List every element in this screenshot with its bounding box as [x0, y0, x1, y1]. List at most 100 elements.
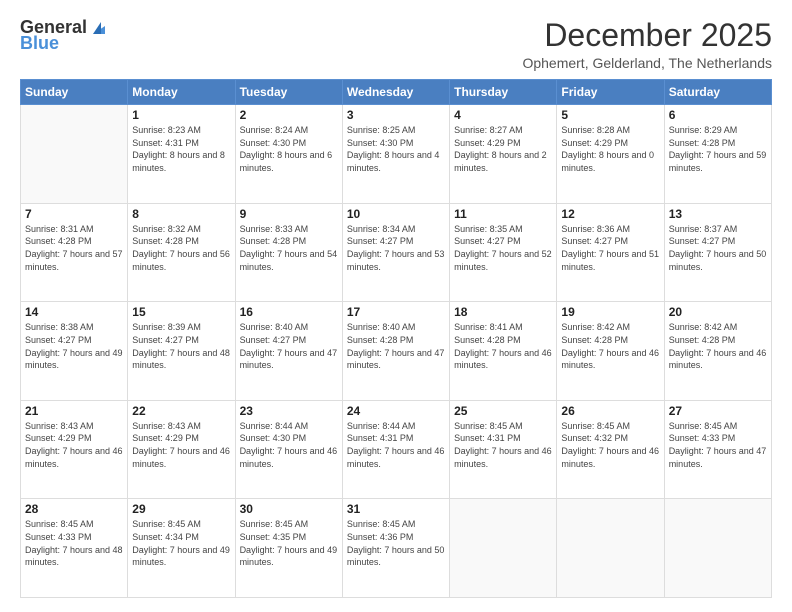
day-number: 21 [25, 404, 123, 418]
table-row: 2 Sunrise: 8:24 AMSunset: 4:30 PMDaylight… [235, 105, 342, 204]
table-row: 24 Sunrise: 8:44 AMSunset: 4:31 PMDayligh… [342, 400, 449, 499]
table-row: 5 Sunrise: 8:28 AMSunset: 4:29 PMDaylight… [557, 105, 664, 204]
day-info: Sunrise: 8:44 AMSunset: 4:31 PMDaylight:… [347, 420, 445, 470]
table-row: 23 Sunrise: 8:44 AMSunset: 4:30 PMDayligh… [235, 400, 342, 499]
day-info: Sunrise: 8:38 AMSunset: 4:27 PMDaylight:… [25, 321, 123, 371]
table-row [557, 499, 664, 598]
table-row: 20 Sunrise: 8:42 AMSunset: 4:28 PMDayligh… [664, 302, 771, 401]
day-number: 7 [25, 207, 123, 221]
col-wednesday: Wednesday [342, 80, 449, 105]
header: General Blue December 2025 Ophemert, Gel… [20, 18, 772, 71]
day-info: Sunrise: 8:45 AMSunset: 4:31 PMDaylight:… [454, 420, 552, 470]
table-row: 30 Sunrise: 8:45 AMSunset: 4:35 PMDayligh… [235, 499, 342, 598]
day-number: 31 [347, 502, 445, 516]
table-row: 26 Sunrise: 8:45 AMSunset: 4:32 PMDayligh… [557, 400, 664, 499]
day-number: 9 [240, 207, 338, 221]
day-number: 2 [240, 108, 338, 122]
calendar-week-row: 28Sunrise: 8:45 AMSunset: 4:33 PMDayligh… [21, 499, 772, 598]
table-row: 14 Sunrise: 8:38 AMSunset: 4:27 PMDayligh… [21, 302, 128, 401]
table-row: 31 Sunrise: 8:45 AMSunset: 4:36 PMDayligh… [342, 499, 449, 598]
day-info: Sunrise: 8:41 AMSunset: 4:28 PMDaylight:… [454, 321, 552, 371]
table-row: 13 Sunrise: 8:37 AMSunset: 4:27 PMDayligh… [664, 203, 771, 302]
table-row: 27 Sunrise: 8:45 AMSunset: 4:33 PMDayligh… [664, 400, 771, 499]
day-info: Sunrise: 8:34 AMSunset: 4:27 PMDaylight:… [347, 223, 445, 273]
page: General Blue December 2025 Ophemert, Gel… [0, 0, 792, 612]
day-number: 13 [669, 207, 767, 221]
day-number: 15 [132, 305, 230, 319]
table-row: 28Sunrise: 8:45 AMSunset: 4:33 PMDayligh… [21, 499, 128, 598]
table-row [450, 499, 557, 598]
day-info: Sunrise: 8:24 AMSunset: 4:30 PMDaylight:… [240, 124, 338, 174]
month-title: December 2025 [522, 18, 772, 53]
table-row: 19 Sunrise: 8:42 AMSunset: 4:28 PMDayligh… [557, 302, 664, 401]
day-number: 3 [347, 108, 445, 122]
day-number: 10 [347, 207, 445, 221]
day-number: 23 [240, 404, 338, 418]
col-saturday: Saturday [664, 80, 771, 105]
day-info: Sunrise: 8:44 AMSunset: 4:30 PMDaylight:… [240, 420, 338, 470]
day-info: Sunrise: 8:31 AMSunset: 4:28 PMDaylight:… [25, 223, 123, 273]
day-info: Sunrise: 8:36 AMSunset: 4:27 PMDaylight:… [561, 223, 659, 273]
day-info: Sunrise: 8:45 AMSunset: 4:33 PMDaylight:… [669, 420, 767, 470]
day-number: 6 [669, 108, 767, 122]
day-info: Sunrise: 8:25 AMSunset: 4:30 PMDaylight:… [347, 124, 445, 174]
day-number: 30 [240, 502, 338, 516]
day-number: 29 [132, 502, 230, 516]
day-info: Sunrise: 8:42 AMSunset: 4:28 PMDaylight:… [561, 321, 659, 371]
table-row: 17 Sunrise: 8:40 AMSunset: 4:28 PMDayligh… [342, 302, 449, 401]
day-number: 19 [561, 305, 659, 319]
day-number: 14 [25, 305, 123, 319]
table-row: 9 Sunrise: 8:33 AMSunset: 4:28 PMDaylight… [235, 203, 342, 302]
day-info: Sunrise: 8:42 AMSunset: 4:28 PMDaylight:… [669, 321, 767, 371]
day-info: Sunrise: 8:45 AMSunset: 4:35 PMDaylight:… [240, 518, 338, 568]
table-row: 22Sunrise: 8:43 AMSunset: 4:29 PMDayligh… [128, 400, 235, 499]
day-number: 27 [669, 404, 767, 418]
table-row [21, 105, 128, 204]
day-info: Sunrise: 8:27 AMSunset: 4:29 PMDaylight:… [454, 124, 552, 174]
table-row: 25 Sunrise: 8:45 AMSunset: 4:31 PMDayligh… [450, 400, 557, 499]
logo-blue: Blue [20, 34, 109, 54]
day-number: 5 [561, 108, 659, 122]
day-info: Sunrise: 8:35 AMSunset: 4:27 PMDaylight:… [454, 223, 552, 273]
logo-text: General Blue [20, 18, 109, 54]
day-info: Sunrise: 8:28 AMSunset: 4:29 PMDaylight:… [561, 124, 659, 174]
day-info: Sunrise: 8:45 AMSunset: 4:32 PMDaylight:… [561, 420, 659, 470]
day-info: Sunrise: 8:45 AMSunset: 4:36 PMDaylight:… [347, 518, 445, 568]
day-info: Sunrise: 8:45 AMSunset: 4:34 PMDaylight:… [132, 518, 230, 568]
day-number: 24 [347, 404, 445, 418]
day-info: Sunrise: 8:43 AMSunset: 4:29 PMDaylight:… [25, 420, 123, 470]
table-row: 21 Sunrise: 8:43 AMSunset: 4:29 PMDayligh… [21, 400, 128, 499]
day-info: Sunrise: 8:40 AMSunset: 4:28 PMDaylight:… [347, 321, 445, 371]
calendar-table: Sunday Monday Tuesday Wednesday Thursday… [20, 79, 772, 598]
table-row: 15 Sunrise: 8:39 AMSunset: 4:27 PMDayligh… [128, 302, 235, 401]
day-info: Sunrise: 8:32 AMSunset: 4:28 PMDaylight:… [132, 223, 230, 273]
table-row: 6Sunrise: 8:29 AMSunset: 4:28 PMDaylight… [664, 105, 771, 204]
table-row: 3 Sunrise: 8:25 AMSunset: 4:30 PMDaylight… [342, 105, 449, 204]
day-info: Sunrise: 8:37 AMSunset: 4:27 PMDaylight:… [669, 223, 767, 273]
table-row: 11Sunrise: 8:35 AMSunset: 4:27 PMDayligh… [450, 203, 557, 302]
calendar-week-row: 21 Sunrise: 8:43 AMSunset: 4:29 PMDayligh… [21, 400, 772, 499]
day-number: 26 [561, 404, 659, 418]
table-row: 7 Sunrise: 8:31 AMSunset: 4:28 PMDaylight… [21, 203, 128, 302]
calendar-header-row: Sunday Monday Tuesday Wednesday Thursday… [21, 80, 772, 105]
day-number: 17 [347, 305, 445, 319]
col-monday: Monday [128, 80, 235, 105]
day-number: 16 [240, 305, 338, 319]
location-subtitle: Ophemert, Gelderland, The Netherlands [522, 55, 772, 71]
col-tuesday: Tuesday [235, 80, 342, 105]
day-number: 8 [132, 207, 230, 221]
calendar-week-row: 7 Sunrise: 8:31 AMSunset: 4:28 PMDaylight… [21, 203, 772, 302]
title-block: December 2025 Ophemert, Gelderland, The … [522, 18, 772, 71]
day-info: Sunrise: 8:33 AMSunset: 4:28 PMDaylight:… [240, 223, 338, 273]
table-row [664, 499, 771, 598]
col-sunday: Sunday [21, 80, 128, 105]
table-row: 1Sunrise: 8:23 AMSunset: 4:31 PMDaylight… [128, 105, 235, 204]
day-number: 20 [669, 305, 767, 319]
day-number: 25 [454, 404, 552, 418]
day-info: Sunrise: 8:39 AMSunset: 4:27 PMDaylight:… [132, 321, 230, 371]
table-row: 16 Sunrise: 8:40 AMSunset: 4:27 PMDayligh… [235, 302, 342, 401]
day-info: Sunrise: 8:40 AMSunset: 4:27 PMDaylight:… [240, 321, 338, 371]
day-number: 4 [454, 108, 552, 122]
logo: General Blue [20, 18, 109, 54]
day-number: 18 [454, 305, 552, 319]
